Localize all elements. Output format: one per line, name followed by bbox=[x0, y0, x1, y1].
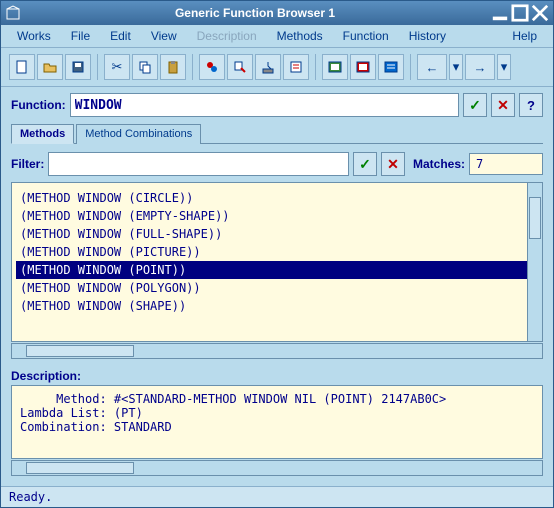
window-title: Generic Function Browser 1 bbox=[21, 6, 489, 20]
description-box: Method: #<STANDARD-METHOD WINDOW NIL (PO… bbox=[11, 385, 543, 459]
close-button[interactable] bbox=[531, 4, 549, 22]
menu-help[interactable]: Help bbox=[502, 27, 547, 45]
app-window: Generic Function Browser 1 Works File Ed… bbox=[0, 0, 554, 508]
function-label: Function: bbox=[11, 98, 66, 112]
titlebar: Generic Function Browser 1 bbox=[1, 1, 553, 25]
function-row: Function: ✓ ✕ ? bbox=[11, 93, 543, 117]
list-item[interactable]: (METHOD WINDOW (POLYGON)) bbox=[16, 279, 538, 297]
tab-method-combinations[interactable]: Method Combinations bbox=[76, 124, 201, 144]
save-button[interactable] bbox=[65, 54, 91, 80]
filter-accept-button[interactable]: ✓ bbox=[353, 152, 377, 176]
menu-file[interactable]: File bbox=[61, 27, 100, 45]
copy-button[interactable] bbox=[132, 54, 158, 80]
cut-button[interactable]: ✂ bbox=[104, 54, 130, 80]
menubar: Works File Edit View Description Methods… bbox=[1, 25, 553, 48]
statusbar: Ready. bbox=[1, 486, 553, 507]
menu-methods[interactable]: Methods bbox=[267, 27, 333, 45]
menu-works[interactable]: Works bbox=[7, 27, 61, 45]
back-button[interactable]: ← bbox=[417, 54, 447, 80]
menu-function[interactable]: Function bbox=[333, 27, 399, 45]
new-button[interactable] bbox=[9, 54, 35, 80]
view-2-button[interactable] bbox=[350, 54, 376, 80]
menu-description: Description bbox=[187, 27, 267, 45]
matches-value: 7 bbox=[469, 153, 543, 175]
function-cancel-button[interactable]: ✕ bbox=[491, 93, 515, 117]
toolbar: ✂ ← ▾ → ▾ bbox=[1, 48, 553, 87]
list-item[interactable]: (METHOD WINDOW (FULL-SHAPE)) bbox=[16, 225, 538, 243]
forward-dropdown-button[interactable]: ▾ bbox=[497, 54, 511, 80]
tool-2-button[interactable] bbox=[227, 54, 253, 80]
menu-edit[interactable]: Edit bbox=[100, 27, 141, 45]
tool-1-button[interactable] bbox=[199, 54, 225, 80]
view-3-button[interactable] bbox=[378, 54, 404, 80]
methods-list[interactable]: (METHOD WINDOW (CIRCLE))(METHOD WINDOW (… bbox=[11, 182, 543, 342]
list-item[interactable]: (METHOD WINDOW (SHAPE)) bbox=[16, 297, 538, 315]
open-button[interactable] bbox=[37, 54, 63, 80]
back-dropdown-button[interactable]: ▾ bbox=[449, 54, 463, 80]
menu-view[interactable]: View bbox=[141, 27, 187, 45]
filter-input[interactable] bbox=[48, 152, 349, 176]
filter-cancel-button[interactable]: ✕ bbox=[381, 152, 405, 176]
list-item[interactable]: (METHOD WINDOW (POINT)) bbox=[16, 261, 538, 279]
forward-button[interactable]: → bbox=[465, 54, 495, 80]
function-input[interactable] bbox=[70, 93, 459, 117]
tab-methods[interactable]: Methods bbox=[11, 124, 74, 144]
menu-history[interactable]: History bbox=[399, 27, 456, 45]
inspect-button[interactable] bbox=[255, 54, 281, 80]
list-item[interactable]: (METHOD WINDOW (CIRCLE)) bbox=[16, 189, 538, 207]
list-item[interactable]: (METHOD WINDOW (EMPTY-SHAPE)) bbox=[16, 207, 538, 225]
filter-row: Filter: ✓ ✕ Matches: 7 bbox=[11, 152, 543, 176]
description-hscrollbar[interactable] bbox=[11, 460, 543, 476]
content-area: Function: ✓ ✕ ? Methods Method Combinati… bbox=[1, 87, 553, 486]
app-icon bbox=[5, 5, 21, 21]
description-label: Description: bbox=[11, 369, 543, 383]
filter-label: Filter: bbox=[11, 157, 44, 171]
list-item[interactable]: (METHOD WINDOW (PICTURE)) bbox=[16, 243, 538, 261]
matches-label: Matches: bbox=[413, 157, 465, 171]
tabs: Methods Method Combinations bbox=[11, 123, 543, 144]
tool-4-button[interactable] bbox=[283, 54, 309, 80]
list-vscrollbar[interactable] bbox=[527, 183, 542, 341]
function-help-button[interactable]: ? bbox=[519, 93, 543, 117]
minimize-button[interactable] bbox=[491, 4, 509, 22]
paste-button[interactable] bbox=[160, 54, 186, 80]
maximize-button[interactable] bbox=[511, 4, 529, 22]
status-text: Ready. bbox=[9, 490, 52, 504]
function-accept-button[interactable]: ✓ bbox=[463, 93, 487, 117]
view-1-button[interactable] bbox=[322, 54, 348, 80]
list-hscrollbar[interactable] bbox=[11, 343, 543, 359]
